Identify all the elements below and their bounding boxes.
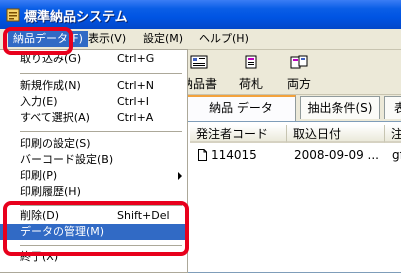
menu-separator [20,245,182,246]
window-title: 標準納品システム [24,10,128,25]
tag-icon [245,55,257,69]
menu-item-print-settings-label: 印刷の設定(S) [20,137,91,150]
menu-item-print[interactable]: 印刷(P) [0,168,187,184]
column-header-orderer-code[interactable]: 発注者コード [190,125,287,143]
nouhin-data-menu: 取り込み(G) Ctrl+G 新規作成(N) Ctrl+N 入力(E) Ctrl… [0,49,188,273]
menu-item-barcode-settings-label: バーコード設定(B) [20,153,114,166]
title-bar: 標準納品システム [0,0,401,29]
list-header: 発注者コード 取込日付 注 [184,125,401,144]
menu-item-new-label: 新規作成(N) [20,79,81,92]
both-icon [290,55,308,69]
tag-button[interactable]: 荷札 [230,54,272,92]
menu-separator [20,131,182,132]
tab-strip: 納品 データ 抽出条件(S) 表 [180,95,401,121]
menu-item-import[interactable]: 取り込み(G) Ctrl+G [0,51,187,67]
menu-item-print-settings[interactable]: 印刷の設定(S) [0,136,187,152]
menu-separator [20,205,182,206]
menu-item-exit-label: 終了(X) [20,250,59,263]
menu-item-input[interactable]: 入力(E) Ctrl+I [0,94,187,110]
menu-bar: 納品データ(F) 表示(V) 設定(M) ヘルプ(H) [0,29,401,50]
tab-nouhin-data[interactable]: 納品 データ [186,95,296,121]
tab-extract-conditions[interactable]: 抽出条件(S) [300,96,380,119]
menu-item-delete-label: 削除(D) [20,209,60,222]
menu-view[interactable]: 表示(V) [83,31,131,47]
menu-item-select-all-shortcut: Ctrl+A [117,111,154,124]
menu-item-barcode-settings[interactable]: バーコード設定(B) [0,152,187,168]
menu-item-select-all-label: すべて選択(A) [20,111,90,124]
both-button-label: 両方 [286,77,311,91]
menu-item-print-history[interactable]: 印刷履歴(H) [0,184,187,200]
menu-item-data-management[interactable]: データの管理(M) [0,224,187,240]
menu-item-print-history-label: 印刷履歴(H) [20,185,81,198]
menu-item-select-all[interactable]: すべて選択(A) Ctrl+A [0,110,187,126]
cell-orderer-code: 114015 [211,148,257,162]
menu-item-data-management-label: データの管理(M) [20,225,105,238]
menu-item-delete[interactable]: 削除(D) Shift+Del [0,208,187,224]
menu-item-input-label: 入力(E) [20,95,58,108]
menu-item-delete-shortcut: Shift+Del [117,209,170,222]
menu-settings[interactable]: 設定(M) [138,31,188,47]
table-row[interactable]: 114015 2008-09-09 ... gfo [184,148,401,164]
invoice-icon [190,55,208,69]
cell-import-date: 2008-09-09 ... [294,148,379,162]
tag-button-label: 荷札 [238,77,263,91]
cell-note: gfo [392,148,401,162]
menu-item-input-shortcut: Ctrl+I [117,95,150,108]
menu-item-import-shortcut: Ctrl+G [117,52,155,65]
menu-item-import-label: 取り込み(G) [20,52,82,65]
both-button[interactable]: 両方 [278,54,320,92]
document-icon [198,149,207,161]
menu-item-print-label: 印刷(P) [20,169,58,182]
menu-separator [20,73,182,74]
data-list[interactable]: 発注者コード 取込日付 注 114015 2008-09-09 ... gfo [183,121,401,273]
tab-third[interactable]: 表 [384,96,401,119]
menu-item-exit[interactable]: 終了(X) [0,249,187,265]
column-header-import-date[interactable]: 取込日付 [287,125,385,143]
column-header-note[interactable]: 注 [385,125,401,143]
menu-help[interactable]: ヘルプ(H) [194,31,254,47]
submenu-arrow-icon [178,172,182,180]
app-icon [6,8,20,22]
menu-nouhin-data[interactable]: 納品データ(F) [8,31,88,47]
menu-item-new-shortcut: Ctrl+N [117,79,155,92]
menu-item-new[interactable]: 新規作成(N) Ctrl+N [0,78,187,94]
